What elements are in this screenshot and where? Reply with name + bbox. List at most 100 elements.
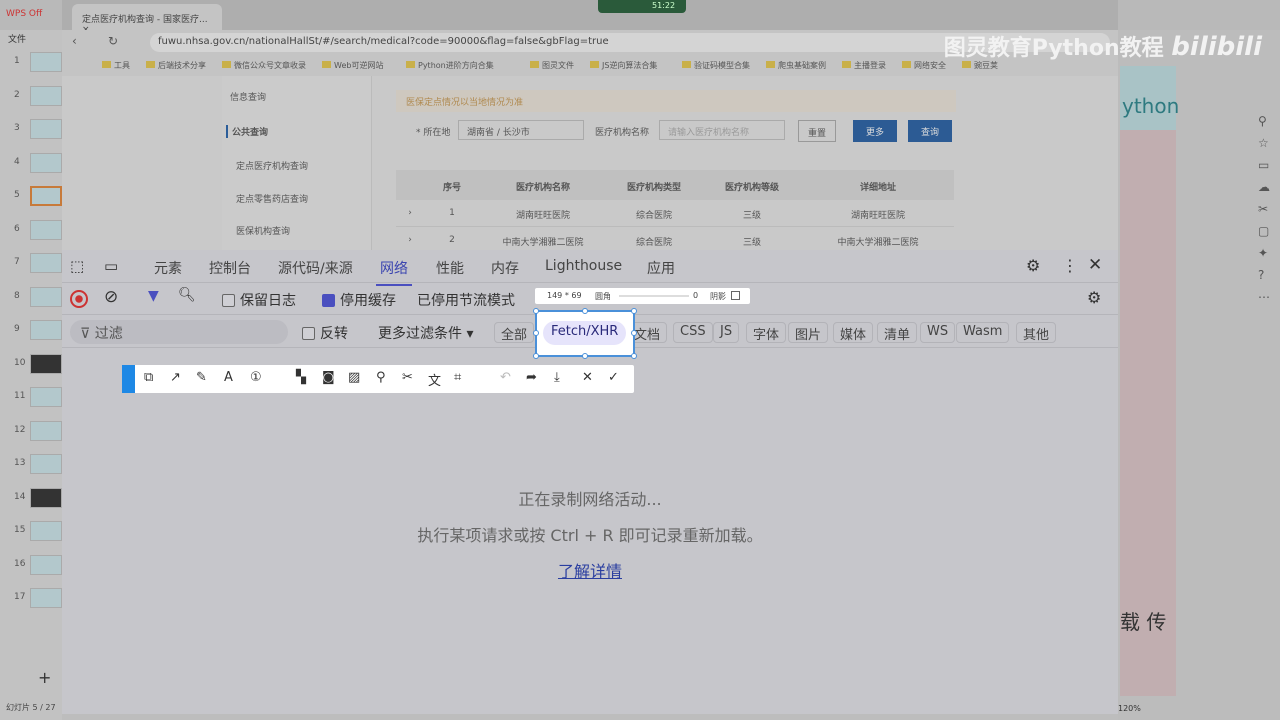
slide-thumbnail[interactable] [30,119,62,139]
device-toggle-icon[interactable]: ▭ [104,257,118,275]
name-input[interactable]: 请输入医疗机构名称 [659,120,785,140]
column-header[interactable]: 详细地址 [802,170,954,200]
shape-icon[interactable]: ⧉ [144,370,153,385]
resize-handle[interactable] [582,308,588,314]
slide-thumbnail[interactable] [30,286,62,307]
slide-thumbnail[interactable] [30,85,62,106]
bookmark-item[interactable]: Python进阶方向合集 [406,60,494,71]
resize-handle[interactable] [631,330,637,336]
inspect-icon[interactable]: ⬚ [70,257,84,275]
search-icon[interactable]: 🔍︎ [178,287,196,303]
devtools-tab[interactable]: Lighthouse [545,258,622,274]
type-filter-chip[interactable]: 媒体 [833,322,874,343]
devtools-tab[interactable]: 元素 [154,258,182,278]
share-icon[interactable]: ➦ [526,370,537,385]
reload-icon[interactable]: ↻ [108,34,118,48]
devtools-tab[interactable]: 网络 [376,258,412,286]
wps-tab[interactable]: WPS Off [6,9,42,19]
pin-icon[interactable]: ⚲ [376,370,386,385]
table-row[interactable]: › 1 湖南旺旺医院 综合医院 三级 湖南旺旺医院 [396,200,954,227]
record-icon[interactable] [70,290,88,308]
blur-icon[interactable]: ◙ [322,370,335,385]
filter-icon[interactable]: ▼ [148,288,159,304]
undo-icon[interactable]: ↶ [500,370,511,385]
type-filter-chip[interactable]: WS [920,322,956,343]
column-header[interactable]: 医疗机构等级 [702,170,802,200]
ocr-icon[interactable]: ⌗ [454,370,461,385]
bookmark-item[interactable]: 主播登录 [842,60,886,71]
clear-icon[interactable]: ⊘ [104,287,118,307]
slide-thumbnail[interactable] [30,521,62,541]
hatch-icon[interactable]: ▨ [348,370,360,385]
chip-fetch-xhr-selected[interactable]: Fetch/XHR [543,321,627,345]
preserve-log-checkbox[interactable]: 保留日志 [222,290,296,310]
type-filter-chip[interactable]: 其他 [1016,322,1057,343]
type-filter-chip[interactable]: 清单 [877,322,918,343]
number-icon[interactable]: ① [250,370,262,385]
resize-handle[interactable] [533,353,539,359]
slide-thumbnail[interactable] [30,588,62,608]
slide-thumbnail[interactable] [30,52,62,72]
disable-cache-checkbox[interactable]: 停用缓存 [322,290,396,310]
slide-thumbnail[interactable] [30,219,62,240]
network-settings-icon[interactable]: ⚙ [1087,288,1101,307]
resize-handle[interactable] [533,330,539,336]
slide-thumbnail[interactable] [30,554,62,575]
more-options-icon[interactable]: ⋮ [1062,256,1078,275]
slide-thumbnail[interactable] [30,420,62,441]
column-header[interactable]: 医疗机构类型 [606,170,702,200]
shadow-checkbox[interactable] [731,291,740,300]
expand-row-icon[interactable]: › [396,200,424,226]
mosaic-icon[interactable]: ▚ [296,370,306,385]
browser-tab[interactable]: 定点医疗机构查询 - 国家医疗... × [72,4,222,35]
cancel-icon[interactable]: ✕ [582,370,593,385]
resize-handle[interactable] [533,308,539,314]
bookmark-item[interactable]: 微信公众号文章收录 [222,60,306,71]
slide-thumbnail[interactable] [30,152,62,173]
resize-handle[interactable] [582,353,588,359]
sidebar-item[interactable]: 医保机构查询 [236,224,290,237]
devtools-tab[interactable]: 内存 [491,258,519,278]
sidebar-item[interactable]: 定点零售药店查询 [236,192,308,205]
type-filter-chip[interactable]: CSS [673,322,713,343]
resize-handle[interactable] [631,308,637,314]
invert-checkbox[interactable]: 反转 [302,323,348,343]
text-icon[interactable]: A [224,370,233,385]
bookmark-item[interactable]: 爬虫基础案例 [766,60,826,71]
slide-thumbnail[interactable] [30,253,62,273]
slide-thumbnail[interactable] [30,387,62,407]
sidebar-group[interactable]: 公共查询 [226,125,268,138]
slide-thumbnail[interactable] [30,320,62,340]
wps-file-menu[interactable]: 文件 [8,32,26,45]
sidebar-item[interactable]: 定点医疗机构查询 [236,159,308,172]
more-filters-dropdown[interactable]: 更多过滤条件 ▾ [378,323,473,343]
bookmark-item[interactable]: 后端技术分享 [146,60,206,71]
column-header[interactable]: 医疗机构名称 [480,170,606,200]
add-slide-icon[interactable]: + [38,668,51,687]
devtools-tab[interactable]: 性能 [436,258,464,278]
location-select[interactable]: 湖南省 / 长沙市 [458,120,584,140]
zoom-level[interactable]: 120% [1118,704,1141,713]
bookmark-item[interactable]: JS逆向算法合集 [590,60,657,71]
devtools-tab[interactable]: 应用 [647,258,675,278]
pin-handle[interactable] [122,365,135,393]
slide-thumbnail[interactable] [30,454,62,474]
type-filter-chip[interactable]: 全部 [494,322,535,343]
slide-thumbnail[interactable] [30,487,62,508]
cut-icon[interactable]: ✂ [402,370,413,385]
snip-selection[interactable]: Fetch/XHR [533,308,637,359]
reset-button[interactable]: 重置 [798,120,836,142]
more-button[interactable]: 更多 [853,120,897,142]
devtools-tab[interactable]: 控制台 [209,258,251,278]
learn-more-link[interactable]: 了解详情 [62,558,1118,582]
column-header[interactable]: 序号 [424,170,480,200]
search-button[interactable]: 查询 [908,120,952,142]
corner-slider[interactable] [619,295,689,297]
back-icon[interactable]: ‹ [72,34,77,48]
throttle-select[interactable]: 已停用节流模式 [417,290,515,310]
type-filter-chip[interactable]: 字体 [746,322,787,343]
slide-thumbnail[interactable] [30,353,62,374]
slide-thumbnail[interactable] [30,186,62,206]
download-icon[interactable]: ⤓ [554,370,560,385]
settings-icon[interactable]: ⚙ [1026,256,1040,275]
